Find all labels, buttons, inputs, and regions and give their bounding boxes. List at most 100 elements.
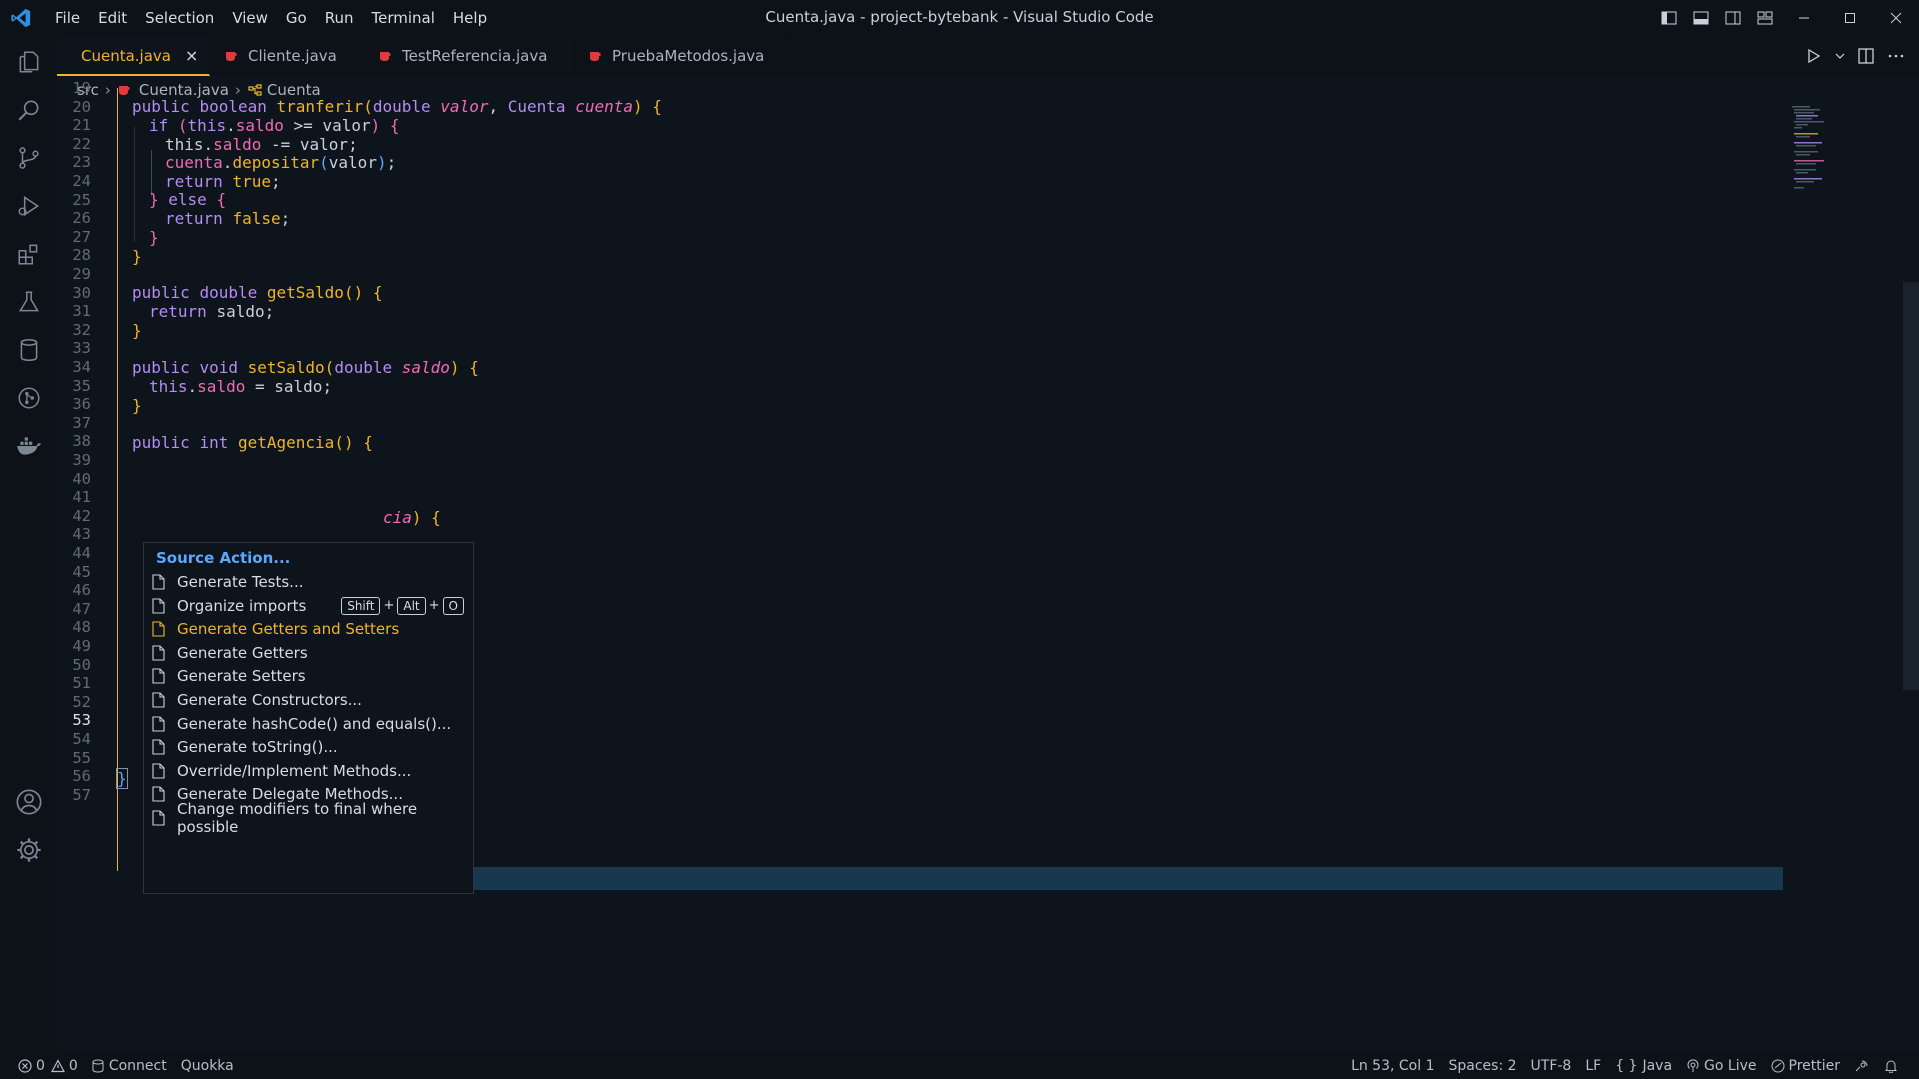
shortcut-key: O xyxy=(442,596,464,615)
editor-tab-bar: Cuenta.java × Cliente.java TestReferenci… xyxy=(57,35,1919,76)
source-action-item[interactable]: Change modifiers to final where possible xyxy=(152,800,464,836)
notifications-button[interactable] xyxy=(1877,1053,1905,1079)
menu-selection[interactable]: Selection xyxy=(136,9,223,27)
tab-cliente-java[interactable]: Cliente.java xyxy=(210,35,364,76)
menu-edit[interactable]: Edit xyxy=(89,9,136,27)
java-file-icon xyxy=(226,51,237,61)
indent-guide xyxy=(134,127,135,242)
shortcut-plus: + xyxy=(428,598,440,614)
language-label: Java xyxy=(1642,1058,1673,1074)
minimize-button[interactable] xyxy=(1781,0,1827,35)
connect-status[interactable]: Connect xyxy=(85,1053,174,1079)
menu-go[interactable]: Go xyxy=(277,9,316,27)
source-action-item[interactable]: Generate Tests... xyxy=(152,570,464,594)
toggle-secondary-sidebar-button[interactable] xyxy=(1717,0,1749,35)
line-number: 57 xyxy=(72,785,91,804)
source-action-title: Source Action... xyxy=(156,549,291,567)
title-bar: File Edit Selection View Go Run Terminal… xyxy=(0,0,1919,35)
bell-icon xyxy=(1885,1060,1897,1073)
maximize-icon xyxy=(1845,12,1855,23)
layout-grid-icon xyxy=(1757,11,1773,24)
code-line-31: return saldo; xyxy=(149,302,275,321)
source-action-item[interactable]: Generate Setters xyxy=(152,664,464,688)
settings-gear-icon[interactable] xyxy=(14,835,44,865)
source-action-item[interactable]: Generate toString()... xyxy=(152,735,464,759)
warning-count: 0 xyxy=(68,1058,78,1074)
source-action-menu: Source Action... Generate Tests... Organi… xyxy=(143,542,474,894)
eol-status[interactable]: LF xyxy=(1578,1053,1608,1079)
problems-status[interactable]: 0 0 xyxy=(0,1053,85,1079)
code-line-32: } xyxy=(132,321,142,340)
prettier-status[interactable]: Prettier xyxy=(1764,1053,1848,1079)
source-action-item[interactable]: Generate hashCode() and equals()... xyxy=(152,712,464,736)
tab-cuenta-java[interactable]: Cuenta.java × xyxy=(57,35,210,76)
code-line-28: } xyxy=(132,247,142,266)
source-action-item[interactable]: Generate Constructors... xyxy=(152,688,464,712)
source-action-item[interactable]: Generate Getters xyxy=(152,641,464,665)
source-action-item-label: Override/Implement Methods... xyxy=(177,761,412,780)
toggle-primary-sidebar-button[interactable] xyxy=(1653,0,1685,35)
toggle-panel-button[interactable] xyxy=(1685,0,1717,35)
tab-label: Cliente.java xyxy=(248,46,337,65)
close-tab-icon[interactable]: × xyxy=(185,46,198,65)
menu-terminal[interactable]: Terminal xyxy=(363,9,444,27)
code-line-42-fragment: cia) { xyxy=(383,508,441,527)
more-actions-icon[interactable] xyxy=(1887,47,1905,65)
feedback-icon xyxy=(1855,1060,1868,1072)
layout-sidebar-right-icon xyxy=(1725,11,1741,24)
source-action-item-label: Generate Getters xyxy=(177,643,308,662)
maximize-button[interactable] xyxy=(1827,0,1873,35)
tab-testreferencia-java[interactable]: TestReferencia.java xyxy=(364,35,574,76)
file-icon xyxy=(152,786,177,802)
go-live-button[interactable]: Go Live xyxy=(1679,1053,1763,1079)
database-icon xyxy=(92,1059,104,1073)
encoding-status[interactable]: UTF-8 xyxy=(1524,1053,1579,1079)
vscode-logo-icon xyxy=(11,8,31,27)
error-icon xyxy=(18,1059,32,1073)
code-line-27: } xyxy=(149,228,159,247)
shortcut-plus: + xyxy=(383,598,395,614)
source-action-item[interactable]: Organize imports Shift + Alt + O xyxy=(152,594,464,618)
source-action-item[interactable]: Generate Getters and Setters xyxy=(152,617,464,641)
broadcast-icon xyxy=(1687,1059,1699,1072)
tab-pruebametodos-java[interactable]: PruebaMetodos.java xyxy=(574,35,786,76)
keyboard-shortcut: Shift + Alt + O xyxy=(338,596,464,615)
source-action-item-label: Generate Setters xyxy=(177,667,306,686)
source-action-item-label: Generate Constructors... xyxy=(177,691,362,709)
menu-view[interactable]: View xyxy=(223,9,277,27)
minimap[interactable] xyxy=(1790,104,1850,224)
indentation-status[interactable]: Spaces: 2 xyxy=(1442,1053,1524,1079)
editor-actions xyxy=(1805,35,1905,76)
source-action-item[interactable]: Override/Implement Methods... xyxy=(152,759,464,783)
menu-file[interactable]: File xyxy=(46,9,89,27)
chevron-down-icon[interactable] xyxy=(1835,47,1845,65)
close-window-button[interactable] xyxy=(1873,0,1919,35)
run-icon[interactable] xyxy=(1805,47,1823,65)
check-double-icon xyxy=(1771,1059,1784,1073)
file-icon xyxy=(152,716,177,732)
file-icon xyxy=(152,739,177,755)
menu-run[interactable]: Run xyxy=(316,9,363,27)
prettier-label: Prettier xyxy=(1788,1058,1841,1074)
split-editor-icon[interactable] xyxy=(1857,47,1875,65)
explorer-icon[interactable] xyxy=(14,47,44,77)
current-line-highlight xyxy=(420,867,1783,890)
code-line-38: public int getAgencia() { xyxy=(132,433,373,452)
customize-layout-button[interactable] xyxy=(1749,0,1781,35)
status-bar: 0 0 Connect Quokka Ln 53, Col 1 Spaces: … xyxy=(0,1053,1919,1079)
code-line-36: } xyxy=(132,396,142,415)
code-line-35: this.saldo = saldo; xyxy=(149,377,333,396)
indent-guide xyxy=(117,88,118,871)
source-action-item-label: Generate Getters and Setters xyxy=(177,620,400,639)
menu-help[interactable]: Help xyxy=(444,9,496,27)
cursor-position[interactable]: Ln 53, Col 1 xyxy=(1344,1053,1441,1079)
feedback-button[interactable] xyxy=(1847,1053,1877,1079)
file-icon xyxy=(152,621,177,637)
language-mode[interactable]: { } Java xyxy=(1608,1053,1679,1079)
file-icon xyxy=(152,574,177,590)
editor-scrollbar[interactable] xyxy=(1903,282,1919,690)
quokka-status[interactable]: Quokka xyxy=(174,1053,241,1079)
source-action-item-label: Generate toString()... xyxy=(177,738,338,757)
tab-label: Cuenta.java xyxy=(81,46,171,65)
go-live-label: Go Live xyxy=(1704,1058,1757,1074)
